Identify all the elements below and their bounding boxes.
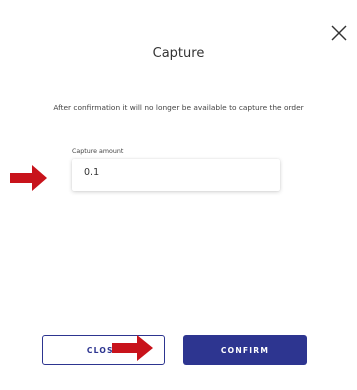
capture-amount-input[interactable] [84,167,264,178]
capture-amount-box[interactable] [72,159,280,191]
dialog-description: After confirmation it will no longer be … [53,103,304,112]
dialog-title: Capture [152,46,205,61]
close-dialog-button[interactable] [328,22,350,44]
red-arrow-icon [112,335,153,361]
red-arrow-icon [10,165,47,191]
capture-amount-field: Capture amount [72,148,280,191]
capture-amount-label: Capture amount [72,148,124,155]
capture-dialog: Capture After confirmation it will no lo… [0,0,357,390]
confirm-button[interactable]: CONFIRM [183,335,307,365]
close-x-icon [331,25,347,41]
